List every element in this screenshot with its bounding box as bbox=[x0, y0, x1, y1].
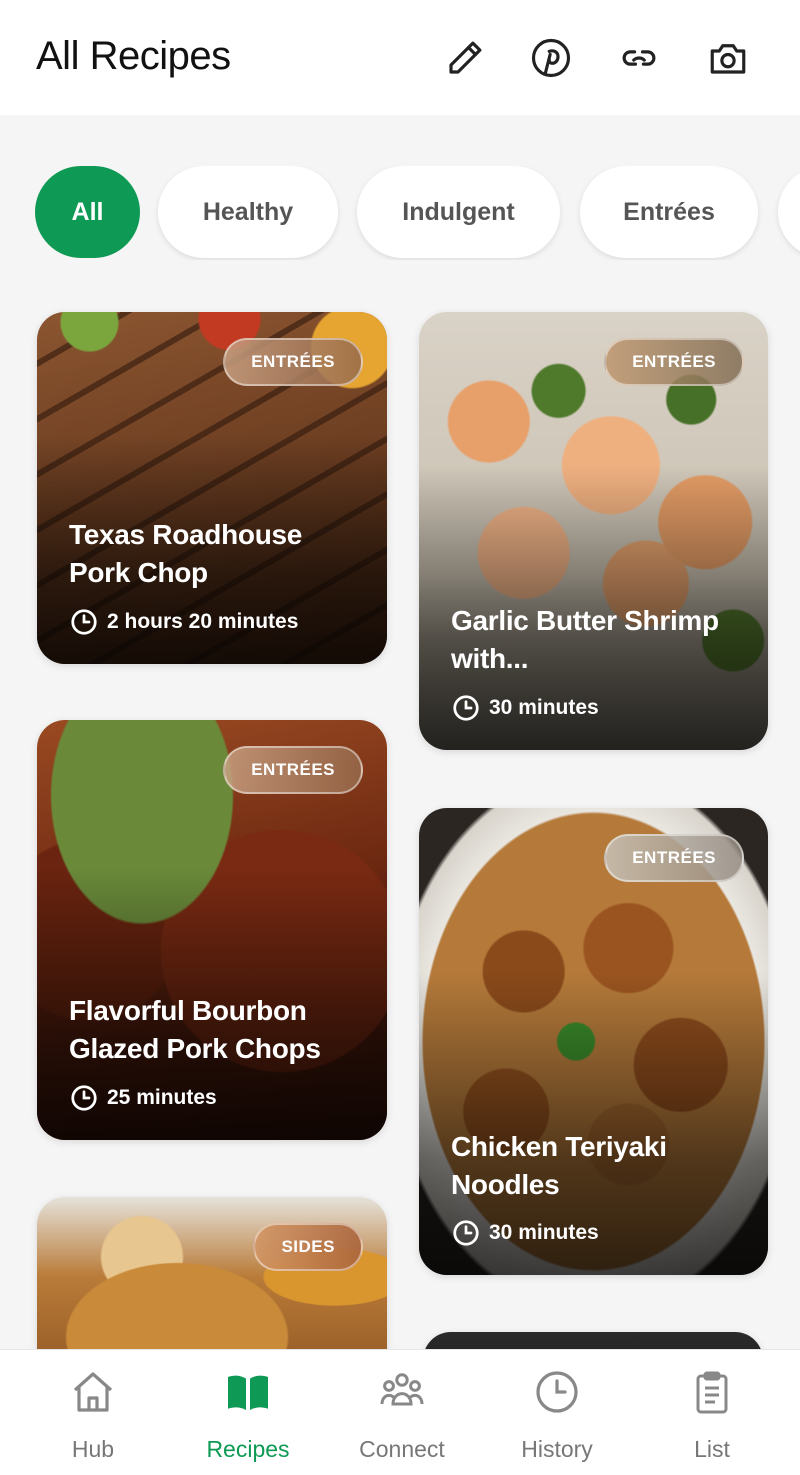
nav-connect[interactable]: Connect bbox=[327, 1368, 477, 1468]
nav-list[interactable]: List bbox=[637, 1368, 787, 1468]
recipe-card[interactable]: ENTRÉES Garlic Butter Shrimp with... 30 … bbox=[419, 312, 768, 750]
book-icon bbox=[228, 1375, 268, 1410]
recipe-title: Flavorful Bourbon Glazed Pork Chops bbox=[69, 995, 321, 1064]
category-filter-bar: All Healthy Indulgent Entrées bbox=[0, 166, 800, 260]
share-link-button[interactable] bbox=[614, 30, 664, 86]
pencil-icon bbox=[449, 41, 482, 74]
nav-history[interactable]: History bbox=[482, 1368, 632, 1468]
recipe-card[interactable]: ENTRÉES Chicken Teriyaki Noodles 30 minu… bbox=[419, 808, 768, 1275]
recipe-time-label: 25 minutes bbox=[107, 1086, 217, 1109]
recipe-time: 25 minutes bbox=[69, 1083, 217, 1113]
recipe-time-label: 2 hours 20 minutes bbox=[107, 610, 299, 633]
camera-icon bbox=[710, 44, 746, 74]
pinterest-icon bbox=[531, 38, 571, 78]
nav-label: Hub bbox=[71, 1436, 115, 1462]
link-icon bbox=[622, 50, 656, 66]
clock-icon bbox=[536, 1371, 578, 1413]
pinterest-button[interactable] bbox=[526, 30, 576, 86]
recipe-time-label: 30 minutes bbox=[489, 696, 599, 719]
category-badge: SIDES bbox=[253, 1223, 363, 1271]
filter-chip-more[interactable] bbox=[778, 166, 800, 258]
app-header: All Recipes bbox=[0, 0, 800, 115]
recipe-card[interactable]: ENTRÉES Flavorful Bourbon Glazed Pork Ch… bbox=[37, 720, 387, 1140]
filter-chip-indulgent[interactable]: Indulgent bbox=[357, 166, 560, 258]
recipe-time: 2 hours 20 minutes bbox=[69, 607, 298, 637]
camera-button[interactable] bbox=[703, 30, 753, 86]
recipe-title: Garlic Butter Shrimp with... bbox=[451, 605, 719, 674]
clock-icon bbox=[453, 1220, 479, 1246]
category-badge: ENTRÉES bbox=[223, 338, 363, 386]
nav-recipes[interactable]: Recipes bbox=[173, 1368, 323, 1468]
nav-label: History bbox=[521, 1436, 593, 1462]
nav-label: List bbox=[694, 1436, 730, 1462]
nav-label: Connect bbox=[359, 1436, 445, 1462]
recipe-time: 30 minutes bbox=[451, 1218, 599, 1248]
category-badge: ENTRÉES bbox=[604, 834, 744, 882]
category-badge: ENTRÉES bbox=[223, 746, 363, 794]
filter-chip-all[interactable]: All bbox=[35, 166, 140, 258]
page-title: All Recipes bbox=[36, 34, 231, 78]
category-badge: ENTRÉES bbox=[604, 338, 744, 386]
people-icon bbox=[380, 1373, 424, 1406]
filter-chip-healthy[interactable]: Healthy bbox=[158, 166, 338, 258]
recipe-time-label: 30 minutes bbox=[489, 1221, 599, 1244]
recipe-time: 30 minutes bbox=[451, 693, 599, 723]
filter-chip-entrees[interactable]: Entrées bbox=[580, 166, 758, 258]
clock-icon bbox=[71, 609, 97, 635]
home-icon bbox=[73, 1372, 113, 1412]
nav-hub[interactable]: Hub bbox=[18, 1368, 168, 1468]
clock-icon bbox=[71, 1085, 97, 1111]
edit-button[interactable] bbox=[440, 30, 490, 86]
recipe-title: Chicken Teriyaki Noodles bbox=[451, 1131, 667, 1200]
nav-label: Recipes bbox=[206, 1436, 290, 1462]
bottom-navigation: Hub Recipes Connect History List bbox=[0, 1349, 800, 1475]
clock-icon bbox=[453, 695, 479, 721]
recipe-title: Texas Roadhouse Pork Chop bbox=[69, 519, 303, 588]
clipboard-icon bbox=[696, 1371, 728, 1414]
recipe-card[interactable]: ENTRÉES Texas Roadhouse Pork Chop 2 hour… bbox=[37, 312, 387, 664]
